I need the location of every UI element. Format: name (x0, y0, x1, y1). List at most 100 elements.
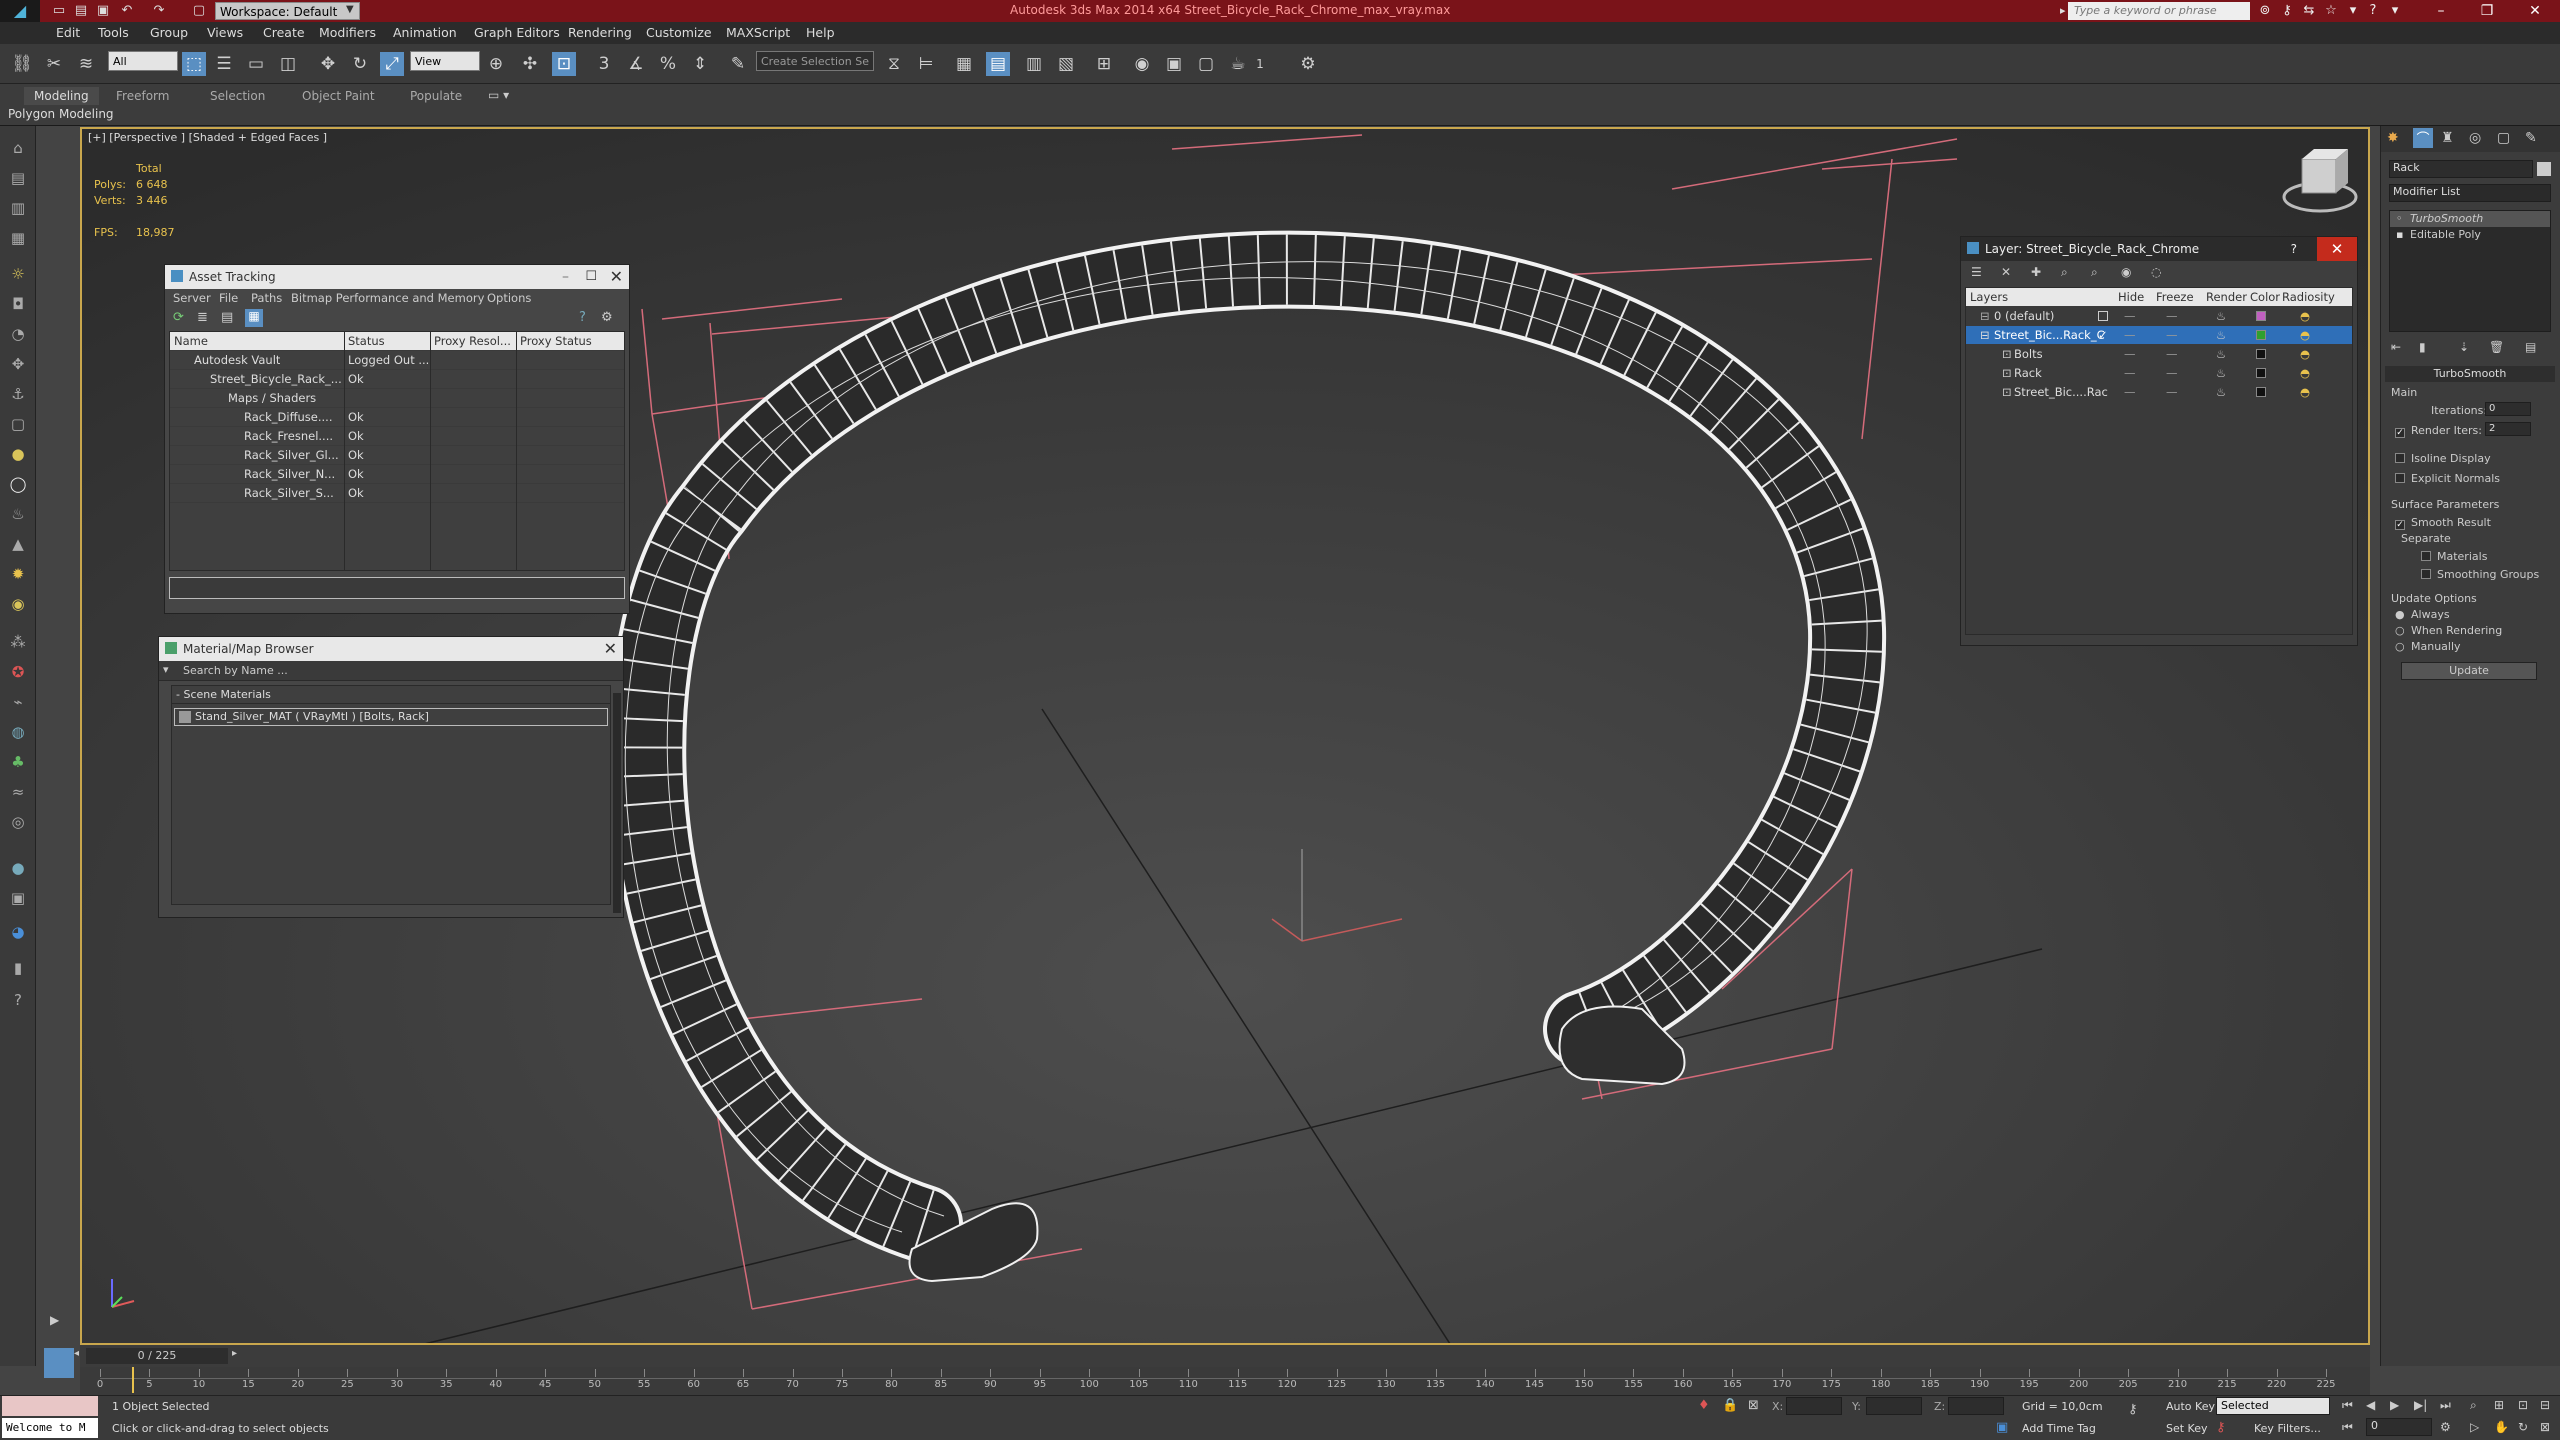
menu-group[interactable]: Group (150, 25, 188, 40)
stack-item-turbosmooth[interactable]: ◦ TurboSmooth (2390, 211, 2550, 227)
column-color-header[interactable]: Color (2250, 288, 2280, 307)
camera-icon[interactable]: ◘ (6, 292, 30, 316)
table-row[interactable]: Street_Bicycle_Rack_... Ok (170, 370, 624, 389)
radiosity-icon[interactable]: ◓ (2300, 307, 2310, 326)
set-key-icon[interactable]: ⚷ (2216, 1420, 2226, 1435)
angle-snap-icon[interactable]: ∡ (624, 52, 648, 76)
cloth-icon[interactable]: ◎ (6, 810, 30, 834)
expand-icon[interactable]: ▪ (2396, 227, 2403, 243)
render-iters-checkbox[interactable]: ✓ (2395, 424, 2405, 438)
help-dropdown-icon[interactable]: ▾ (2386, 2, 2404, 20)
iterations-spinner[interactable]: 0 (2485, 402, 2531, 416)
script-icon[interactable]: ▣ (6, 886, 30, 910)
object-name-field[interactable]: Rack (2389, 160, 2533, 178)
layer-row[interactable]: ⊡ Street_Bic....Rac — — ♨ ◓ (1966, 383, 2352, 402)
layer-row[interactable]: ⊟ 0 (default) — — ♨ ◓ (1966, 307, 2352, 326)
search-options-icon[interactable]: ▾ (163, 663, 169, 676)
globe-icon[interactable]: ◍ (6, 720, 30, 744)
hair-icon[interactable]: ≈ (6, 780, 30, 804)
binoculars-icon[interactable]: ⊚ (2256, 2, 2274, 20)
new-file-icon[interactable]: ▭ (50, 2, 68, 20)
rendered-frame-window-icon[interactable]: ▢ (1194, 52, 1218, 76)
menu-graph-editors[interactable]: Graph Editors (474, 25, 560, 40)
layer-color-swatch[interactable] (2256, 368, 2266, 378)
zoom-all-icon[interactable]: ⊞ (2494, 1398, 2504, 1412)
ribbon-tab-modeling[interactable]: Modeling (24, 87, 99, 105)
object-paint-icon[interactable]: ▤ (6, 166, 30, 190)
percent-snap-icon[interactable]: % (656, 52, 680, 76)
pin-stack-icon[interactable]: ⇤ (2391, 340, 2401, 354)
render-iters-spinner[interactable]: 2 (2485, 422, 2531, 436)
render-setup-icon[interactable]: ▣ (1162, 52, 1186, 76)
ribbon-tab-object-paint[interactable]: Object Paint (292, 87, 385, 105)
create-tab-icon[interactable]: ✸ (2387, 130, 2399, 146)
omni-light-icon[interactable]: ◉ (6, 592, 30, 616)
close-icon[interactable]: ✕ (610, 265, 623, 289)
open-file-icon[interactable]: ▤ (72, 2, 90, 20)
key-selection-dropdown[interactable]: Selected (2216, 1397, 2330, 1415)
window-crossing-icon[interactable]: ◫ (276, 52, 300, 76)
save-file-icon[interactable]: ▣ (94, 2, 112, 20)
remove-modifier-icon[interactable]: 🗑 (2489, 340, 2504, 354)
menu-animation[interactable]: Animation (393, 25, 457, 40)
absolute-mode-icon[interactable]: ⊠ (1748, 1398, 1759, 1413)
cone-icon[interactable]: ▲ (6, 532, 30, 556)
layer-manager-titlebar[interactable]: Layer: Street_Bicycle_Rack_Chrome ? ✕ (1961, 237, 2357, 261)
separate-smoothing-checkbox[interactable] (2421, 568, 2431, 582)
refresh-icon[interactable]: ⟳ (173, 310, 184, 325)
separate-materials-checkbox[interactable] (2421, 550, 2431, 564)
menu-views[interactable]: Views (207, 25, 243, 40)
menu-help[interactable]: Help (806, 25, 835, 40)
sphere-icon[interactable]: ● (6, 442, 30, 466)
ribbon-options-icon[interactable]: ▭ ▾ (488, 88, 509, 102)
menu-customize[interactable]: Customize (646, 25, 712, 40)
minimize-icon[interactable]: – (562, 265, 569, 289)
always-radio[interactable]: ● (2395, 608, 2405, 621)
helpers-icon[interactable]: ✥ (6, 352, 30, 376)
utilities-tab-icon[interactable]: ✎ (2525, 130, 2537, 146)
selection-filter-dropdown[interactable]: All (108, 51, 178, 71)
configure-sets-icon[interactable]: ▤ (2525, 340, 2536, 354)
time-slider[interactable]: 0 / 225 ◂ ▸ (74, 1345, 2370, 1367)
vray-frame-buffer-icon[interactable]: ⚙ (1296, 52, 1320, 76)
column-radiosity-header[interactable]: Radiosity (2282, 288, 2335, 307)
render-production-icon[interactable]: ☕ (1226, 52, 1250, 76)
render-teapot-icon[interactable]: ♨ (2216, 307, 2226, 326)
hide-toggle[interactable]: — (2124, 383, 2136, 402)
set-key-button[interactable]: Set Key (2166, 1422, 2208, 1435)
align-icon[interactable]: ⊨ (914, 52, 938, 76)
select-manipulate-icon[interactable]: ✣ (518, 52, 542, 76)
hide-toggle[interactable]: — (2124, 307, 2136, 326)
column-render-header[interactable]: Render (2206, 288, 2247, 307)
go-to-end-icon[interactable]: ⏭ (2440, 1398, 2451, 1413)
project-folder-icon[interactable]: ▢ (190, 2, 208, 20)
link-icon[interactable]: ⛓ (10, 52, 34, 76)
archive-icon[interactable]: ▮ (6, 956, 30, 980)
layer-color-swatch[interactable] (2256, 311, 2266, 321)
radiosity-icon[interactable]: ◓ (2300, 364, 2310, 383)
reference-coordinate-dropdown[interactable]: View (410, 51, 480, 71)
menu-create[interactable]: Create (263, 25, 305, 40)
hide-toggle[interactable]: — (2124, 345, 2136, 364)
menu-edit[interactable]: Edit (56, 25, 80, 40)
modify-tab-icon[interactable]: ⌒ (2413, 128, 2433, 148)
pivot-center-icon[interactable]: ⊕ (484, 52, 508, 76)
render-teapot-icon[interactable]: ♨ (2216, 364, 2226, 383)
render-teapot-icon[interactable]: ♨ (2216, 326, 2226, 345)
minimize-icon[interactable]: – (2418, 0, 2464, 22)
orbit-icon[interactable]: ↻ (2518, 1420, 2528, 1434)
isolate-selection-icon[interactable]: ♦ (1698, 1398, 1710, 1413)
freeze-toggle[interactable]: — (2166, 364, 2178, 383)
select-in-layer-icon[interactable]: ⌕ (2061, 265, 2068, 280)
select-by-name-icon[interactable]: ☰ (212, 52, 236, 76)
mirror-icon[interactable]: ⧖ (882, 52, 906, 76)
z-coordinate-field[interactable] (1948, 1397, 2004, 1415)
graphite-toolbar-icon[interactable]: ▥ (1022, 52, 1046, 76)
display-tab-icon[interactable]: ▢ (2497, 130, 2510, 146)
layer-color-swatch[interactable] (2256, 349, 2266, 359)
bone-icon[interactable]: ⌁ (6, 690, 30, 714)
layer-row[interactable]: ⊡ Rack — — ♨ ◓ (1966, 364, 2352, 383)
layer-expand-icon[interactable]: ⊟ (1980, 307, 1990, 326)
column-freeze-header[interactable]: Freeze (2156, 288, 2194, 307)
prev-frame-icon[interactable]: ◂ (74, 1348, 79, 1359)
